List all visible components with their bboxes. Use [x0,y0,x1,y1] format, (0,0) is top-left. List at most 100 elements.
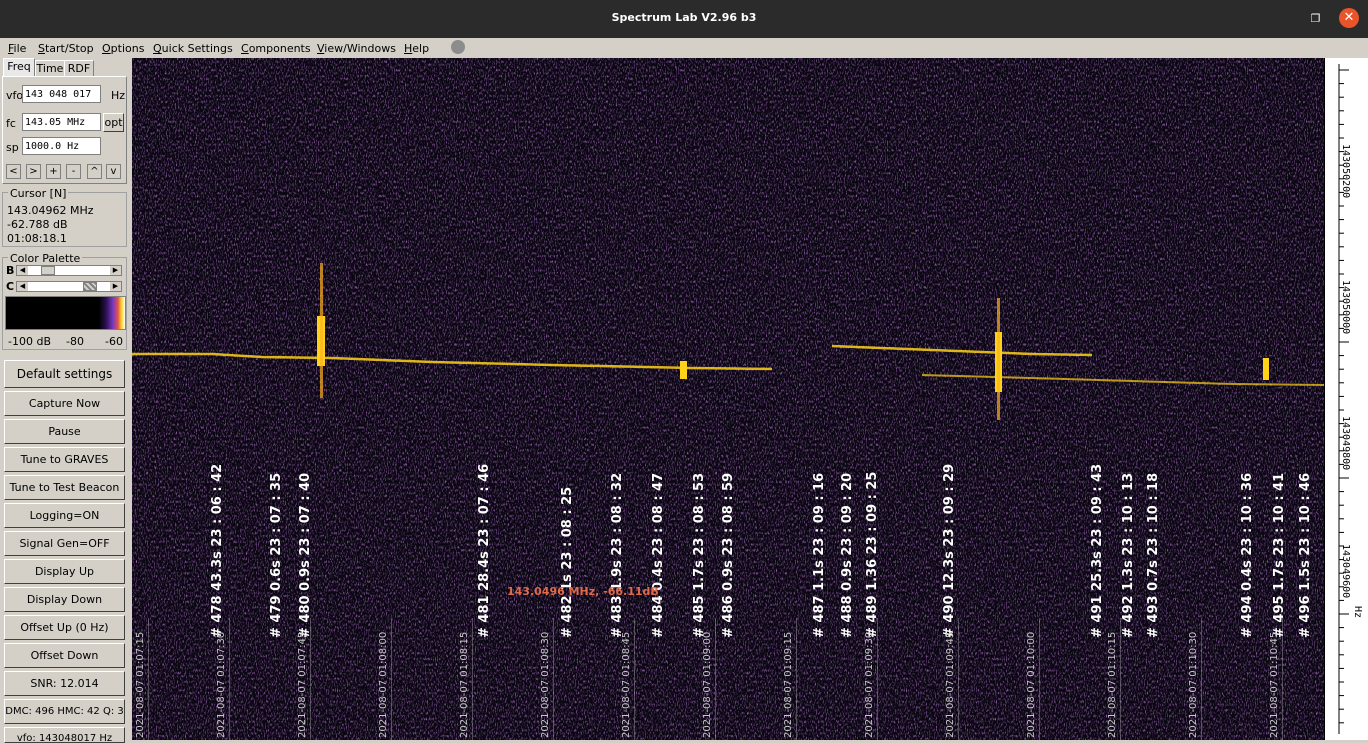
timestamp-label: 2021-08-07 01:09:45 [945,631,956,738]
vfo-label: vfo [6,89,24,102]
meteor-annotation: # 491 25.3s 23 : 09 : 43 [1090,463,1105,638]
menu-help[interactable]: Help [404,42,429,55]
contrast-thumb[interactable] [83,282,97,291]
timestamp-gridline [634,618,635,740]
menu-quick-settings[interactable]: Quick Settings [153,42,233,55]
meteor-annotation: # 486 0.9s 23 : 08 : 59 [721,472,736,638]
meteor-annotation: # 485 1.7s 23 : 08 : 53 [692,472,707,638]
close-icon[interactable]: ✕ [1339,8,1359,28]
palette-scale-max: -60 [105,335,123,348]
sp-input[interactable]: 1000.0 Hz [22,137,101,155]
fc-input[interactable]: 143.05 MHz [22,113,101,131]
arrow-right-icon[interactable]: ▶ [110,266,121,275]
capture-now-button[interactable]: Capture Now [4,391,125,416]
signal-gen-button[interactable]: Signal Gen=OFF [4,531,125,556]
frequency-scale: 143050200 143050000 143049800 143049600 … [1324,58,1368,740]
tab-rdf[interactable]: RDF [64,60,94,77]
arrow-left-icon[interactable]: ◀ [17,266,28,275]
meteor-annotation: # 482 1s 23 : 08 : 25 [560,486,575,638]
freq-scale-label: 143049600 [1340,544,1351,599]
title-bar: Spectrum Lab V2.96 b3 ❐ ✕ [0,0,1368,38]
tab-time[interactable]: Time [35,60,65,77]
timestamp-label: 2021-08-07 01:07:30 [216,631,227,738]
timestamp-label: 2021-08-07 01:09:15 [783,631,794,738]
timestamp-gridline [1120,618,1121,740]
timestamp-label: 2021-08-07 01:10:45 [1269,631,1280,738]
timestamp-gridline [715,618,716,740]
contrast-slider[interactable]: ◀ ▶ [16,281,122,292]
fc-label: fc [6,117,16,130]
timestamp-gridline [148,618,149,740]
nav-left-button[interactable]: < [6,164,21,179]
freq-scale-label: 143050000 [1340,280,1351,335]
cursor-marker-readout: 143.0496 MHz, -66.11dB [507,585,659,598]
arrow-left-icon[interactable]: ◀ [17,282,28,291]
display-down-button[interactable]: Display Down [4,587,125,612]
meteor-annotation: # 484 0.4s 23 : 08 : 47 [651,472,666,638]
timestamp-gridline [553,618,554,740]
meteor-echo-484 [680,361,687,379]
offset-down-button[interactable]: Offset Down [4,643,125,668]
color-palette-title: Color Palette [8,252,83,265]
menu-start-stop[interactable]: Start/Stop [38,42,94,55]
meteor-annotation: # 478 43.3s 23 : 06 : 42 [210,463,225,638]
meteor-annotation: # 481 28.4s 23 : 07 : 46 [477,463,492,638]
opt-button[interactable]: opt [103,113,124,132]
meteor-echo-490-tail [997,298,1000,420]
zoom-out-button[interactable]: - [66,164,81,179]
restore-icon[interactable]: ❐ [1309,12,1322,25]
timestamp-label: 2021-08-07 01:09:00 [702,631,713,738]
menu-components[interactable]: Components [241,42,311,55]
menu-view-windows[interactable]: View/Windows [317,42,396,55]
arrow-right-icon[interactable]: ▶ [110,282,121,291]
tune-test-beacon-button[interactable]: Tune to Test Beacon [4,475,125,500]
brightness-thumb[interactable] [41,266,55,275]
meteor-annotation: # 495 1.7s 23 : 10 : 41 [1272,472,1287,638]
cursor-frequency: 143.04962 MHz [7,204,94,217]
timestamp-gridline [472,618,473,740]
timestamp-label: 2021-08-07 01:09:30 [864,631,875,738]
brightness-label: B [6,264,15,277]
freq-scale-label: 143049800 [1340,416,1351,471]
default-settings-button[interactable]: Default settings [4,360,125,388]
dmc-status-button[interactable]: DMC: 496 HMC: 42 Q: 3 [4,699,125,724]
meteor-annotation: # 479 0.6s 23 : 07 : 35 [269,472,284,638]
timestamp-label: 2021-08-07 01:08:30 [540,631,551,738]
vfo-unit: Hz [111,89,126,102]
cursor-time: 01:08:18.1 [7,232,67,245]
nav-down-button[interactable]: v [106,164,121,179]
meteor-annotation: # 494 0.4s 23 : 10 : 36 [1240,472,1255,638]
timestamp-gridline [796,618,797,740]
timestamp-label: 2021-08-07 01:08:15 [459,631,470,738]
snr-button[interactable]: SNR: 12.014 [4,671,125,696]
tune-graves-button[interactable]: Tune to GRAVES [4,447,125,472]
meteor-annotation: # 488 0.9s 23 : 09 : 20 [840,472,855,638]
menu-bar: File Start/Stop Options Quick Settings C… [0,38,1368,58]
logging-button[interactable]: Logging=ON [4,503,125,528]
timestamp-label: 2021-08-07 01:10:00 [1026,631,1037,738]
nav-right-button[interactable]: > [26,164,41,179]
offset-up-button[interactable]: Offset Up (0 Hz) [4,615,125,640]
pause-button[interactable]: Pause [4,419,125,444]
meteor-annotation: # 483 1.9s 23 : 08 : 32 [610,472,625,638]
nav-up-button[interactable]: ^ [87,164,102,179]
meteor-echo-495 [1263,358,1269,380]
brightness-slider[interactable]: ◀ ▶ [16,265,122,276]
tab-freq[interactable]: Freq [3,58,35,77]
menu-file[interactable]: File [8,42,26,55]
display-up-button[interactable]: Display Up [4,559,125,584]
timestamp-gridline [877,618,878,740]
zoom-in-button[interactable]: + [46,164,61,179]
vfo-input[interactable]: 143 048 017 [22,85,101,103]
timestamp-label: 2021-08-07 01:08:45 [621,631,632,738]
palette-scale-mid: -80 [66,335,84,348]
vfo-status-button[interactable]: vfo: 143048017 Hz [4,727,125,743]
timestamp-gridline [1039,618,1040,740]
spectrogram-waterfall[interactable]: # 478 43.3s 23 : 06 : 42 # 479 0.6s 23 : … [132,58,1324,740]
meteor-annotation: # 490 12.3s 23 : 09 : 29 [942,463,957,638]
palette-scale-min: -100 dB [8,335,51,348]
timestamp-gridline [229,618,230,740]
timestamp-gridline [1282,618,1283,740]
cursor-title: Cursor [N] [8,187,69,200]
menu-options[interactable]: Options [102,42,144,55]
